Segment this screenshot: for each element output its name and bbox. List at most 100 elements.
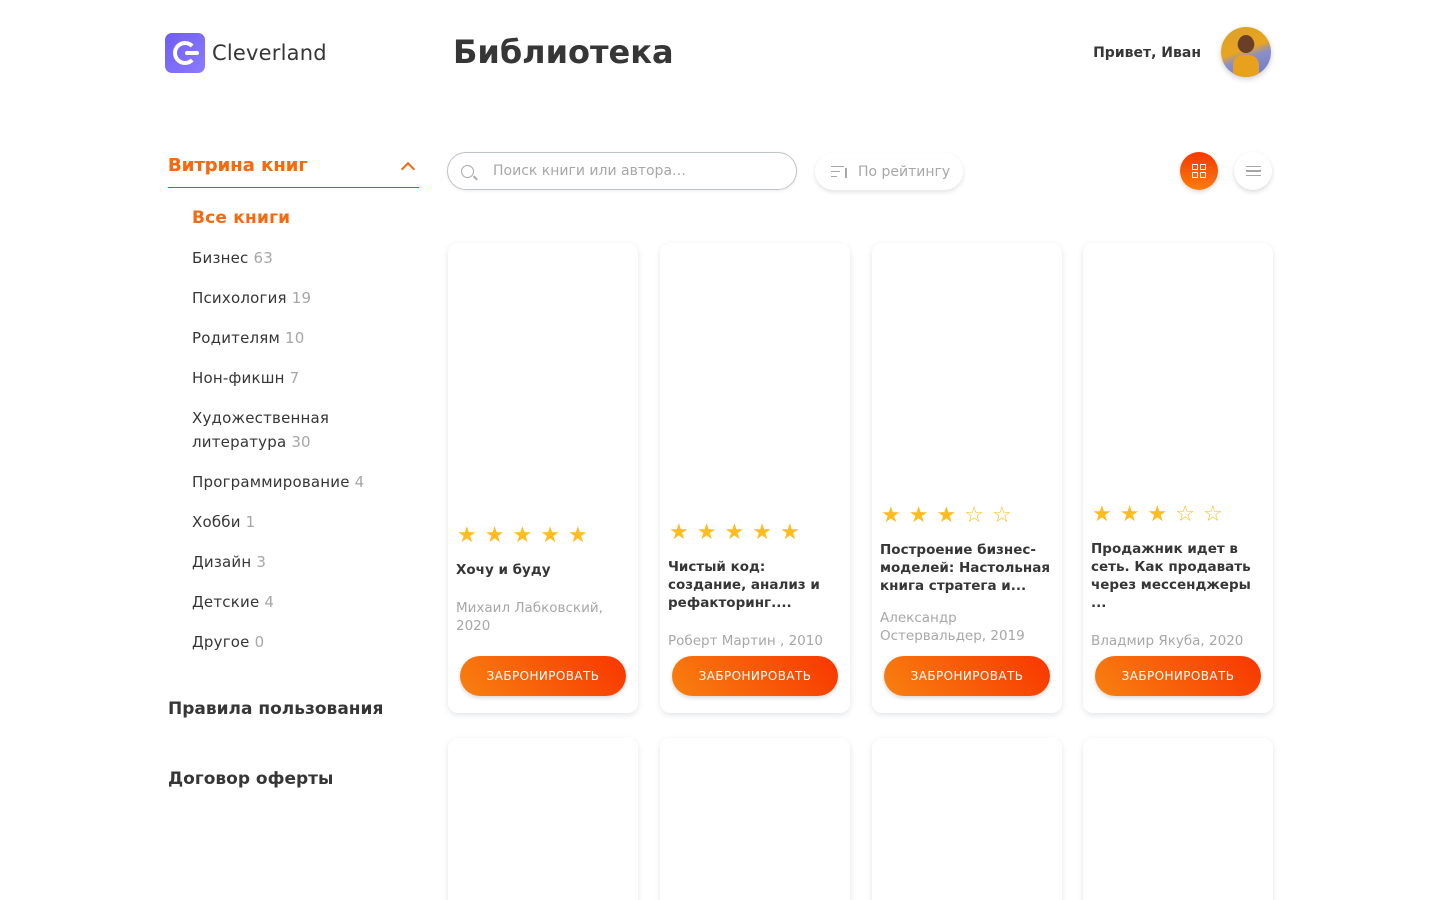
book-info: ★ ★ ★ ☆ ☆ Построение бизнес-моделей: Настоль… (880, 505, 1052, 645)
rules-link[interactable]: Правила пользования (168, 699, 383, 719)
rating-stars: ★ ★ ★ ★ ★ (669, 522, 840, 544)
logo[interactable]: Cleverland (165, 33, 327, 73)
logo-icon (165, 33, 205, 73)
star-filled-icon: ★ (669, 520, 689, 545)
search-icon (461, 164, 474, 178)
search-box (447, 152, 797, 190)
reserve-button[interactable]: ЗАБРОНИРОВАТЬ (884, 656, 1050, 696)
category-label: Детские (192, 593, 260, 611)
category-all[interactable]: Все книги (192, 206, 419, 230)
category-programming[interactable]: Программирование 4 (192, 470, 419, 494)
chevron-up-icon (400, 161, 416, 176)
book-card[interactable] (448, 738, 638, 900)
star-filled-icon: ★ (567, 523, 588, 548)
book-info: ★ ★ ★ ☆ ☆ Продажник идет в сеть. Как продава… (1091, 504, 1263, 650)
star-empty-icon: ☆ (1175, 502, 1195, 527)
sidebar: Витрина книг Все книги Бизнес 63 Психоло… (168, 150, 419, 789)
book-cover (456, 251, 630, 493)
category-label: Психология (192, 289, 287, 307)
rating-stars: ★ ★ ★ ☆ ☆ (881, 505, 1052, 527)
rating-stars: ★ ★ ★ ★ ★ (457, 525, 628, 547)
logo-text: Cleverland (212, 41, 327, 65)
book-author: Роберт Мартин , 2010 (668, 633, 823, 649)
category-label: Другое (192, 633, 250, 651)
star-filled-icon: ★ (1119, 502, 1140, 527)
reserve-button[interactable]: ЗАБРОНИРОВАТЬ (1095, 656, 1261, 696)
star-filled-icon: ★ (908, 503, 929, 528)
book-cover (668, 251, 842, 493)
star-filled-icon: ★ (881, 503, 901, 528)
category-nonfiction[interactable]: Нон-фикшн 7 (192, 366, 419, 390)
book-info: ★ ★ ★ ★ ★ Чистый код: создание, анализ и реф… (668, 522, 840, 650)
book-cover (880, 251, 1054, 493)
offer-link[interactable]: Договор оферты (168, 769, 333, 789)
category-count: 3 (256, 553, 267, 571)
category-business[interactable]: Бизнес 63 (192, 246, 419, 270)
reserve-button[interactable]: ЗАБРОНИРОВАТЬ (672, 656, 838, 696)
book-card[interactable]: ★ ★ ★ ☆ ☆ Продажник идет в сеть. Как продава… (1083, 243, 1273, 713)
category-kids[interactable]: Детские 4 (192, 590, 419, 614)
book-cover (1091, 251, 1265, 493)
star-filled-icon: ★ (1147, 502, 1168, 527)
book-title: Построение бизнес-моделей: Настольная кн… (880, 542, 1051, 594)
book-card[interactable]: ★ ★ ★ ★ ★ Хочу и буду Михаил Лабковский, 202… (448, 243, 638, 713)
book-card[interactable] (872, 738, 1062, 900)
search-input[interactable] (493, 163, 773, 179)
reserve-button[interactable]: ЗАБРОНИРОВАТЬ (460, 656, 626, 696)
star-filled-icon: ★ (540, 523, 560, 548)
showcase-title: Витрина книг (168, 155, 308, 176)
category-hobby[interactable]: Хобби 1 (192, 510, 419, 534)
book-title: Чистый код: создание, анализ и рефактори… (668, 559, 820, 611)
category-label: Родителям (192, 329, 281, 347)
book-author: Михаил Лабковский, 2020 (456, 600, 603, 634)
category-count: 1 (245, 513, 256, 531)
user-greeting: Привет, Иван (1093, 45, 1201, 61)
rating-stars: ★ ★ ★ ☆ ☆ (1092, 504, 1263, 526)
showcase-toggle[interactable]: Витрина книг (168, 150, 419, 188)
star-filled-icon: ★ (936, 503, 957, 528)
book-info: ★ ★ ★ ★ ★ Хочу и буду Михаил Лабковский, 202… (456, 525, 628, 635)
star-filled-icon: ★ (457, 523, 477, 548)
category-list: Все книги Бизнес 63 Психология 19 Родите… (168, 206, 419, 654)
category-count: 30 (291, 433, 311, 451)
category-count: 19 (291, 289, 312, 307)
category-label: Хобби (192, 513, 241, 531)
category-label: Нон-фикшн (192, 369, 285, 387)
category-count: 4 (264, 593, 275, 611)
star-empty-icon: ☆ (991, 503, 1012, 528)
book-title: Продажник идет в сеть. Как продавать чер… (1091, 541, 1251, 611)
sort-button[interactable]: По рейтингу (815, 153, 963, 190)
star-filled-icon: ★ (696, 520, 717, 545)
category-parents[interactable]: Родителям 10 (192, 326, 419, 350)
star-filled-icon: ★ (484, 523, 505, 548)
book-card[interactable]: ★ ★ ★ ☆ ☆ Построение бизнес-моделей: Настоль… (872, 243, 1062, 713)
sort-label: По рейтингу (858, 163, 951, 180)
category-label: Бизнес (192, 249, 249, 267)
book-card[interactable]: ★ ★ ★ ★ ★ Чистый код: создание, анализ и реф… (660, 243, 850, 713)
category-label: Программирование (192, 473, 350, 491)
category-count: 10 (285, 329, 305, 347)
book-card[interactable] (1083, 738, 1273, 900)
category-other[interactable]: Другое 0 (192, 630, 419, 654)
avatar[interactable] (1221, 27, 1271, 77)
book-author: Владмир Якуба, 2020 (1091, 633, 1244, 649)
star-filled-icon: ★ (724, 520, 745, 545)
star-filled-icon: ★ (1092, 502, 1112, 527)
list-view-button[interactable] (1234, 152, 1272, 190)
page-title: Библиотека (453, 33, 674, 71)
star-filled-icon: ★ (752, 520, 772, 545)
star-empty-icon: ☆ (1202, 502, 1223, 527)
category-design[interactable]: Дизайн 3 (192, 550, 419, 574)
star-filled-icon: ★ (779, 520, 800, 545)
category-count: 7 (289, 369, 300, 387)
star-filled-icon: ★ (512, 523, 533, 548)
category-count: 0 (254, 633, 265, 651)
star-empty-icon: ☆ (964, 503, 984, 528)
category-psychology[interactable]: Психология 19 (192, 286, 419, 310)
book-card[interactable] (660, 738, 850, 900)
category-fiction[interactable]: Художественная литература 30 (192, 406, 372, 454)
book-author: Александр Остервальдер, 2019 (880, 610, 1025, 644)
category-label: Дизайн (192, 553, 252, 571)
category-count: 63 (253, 249, 273, 267)
grid-view-button[interactable] (1180, 152, 1218, 190)
